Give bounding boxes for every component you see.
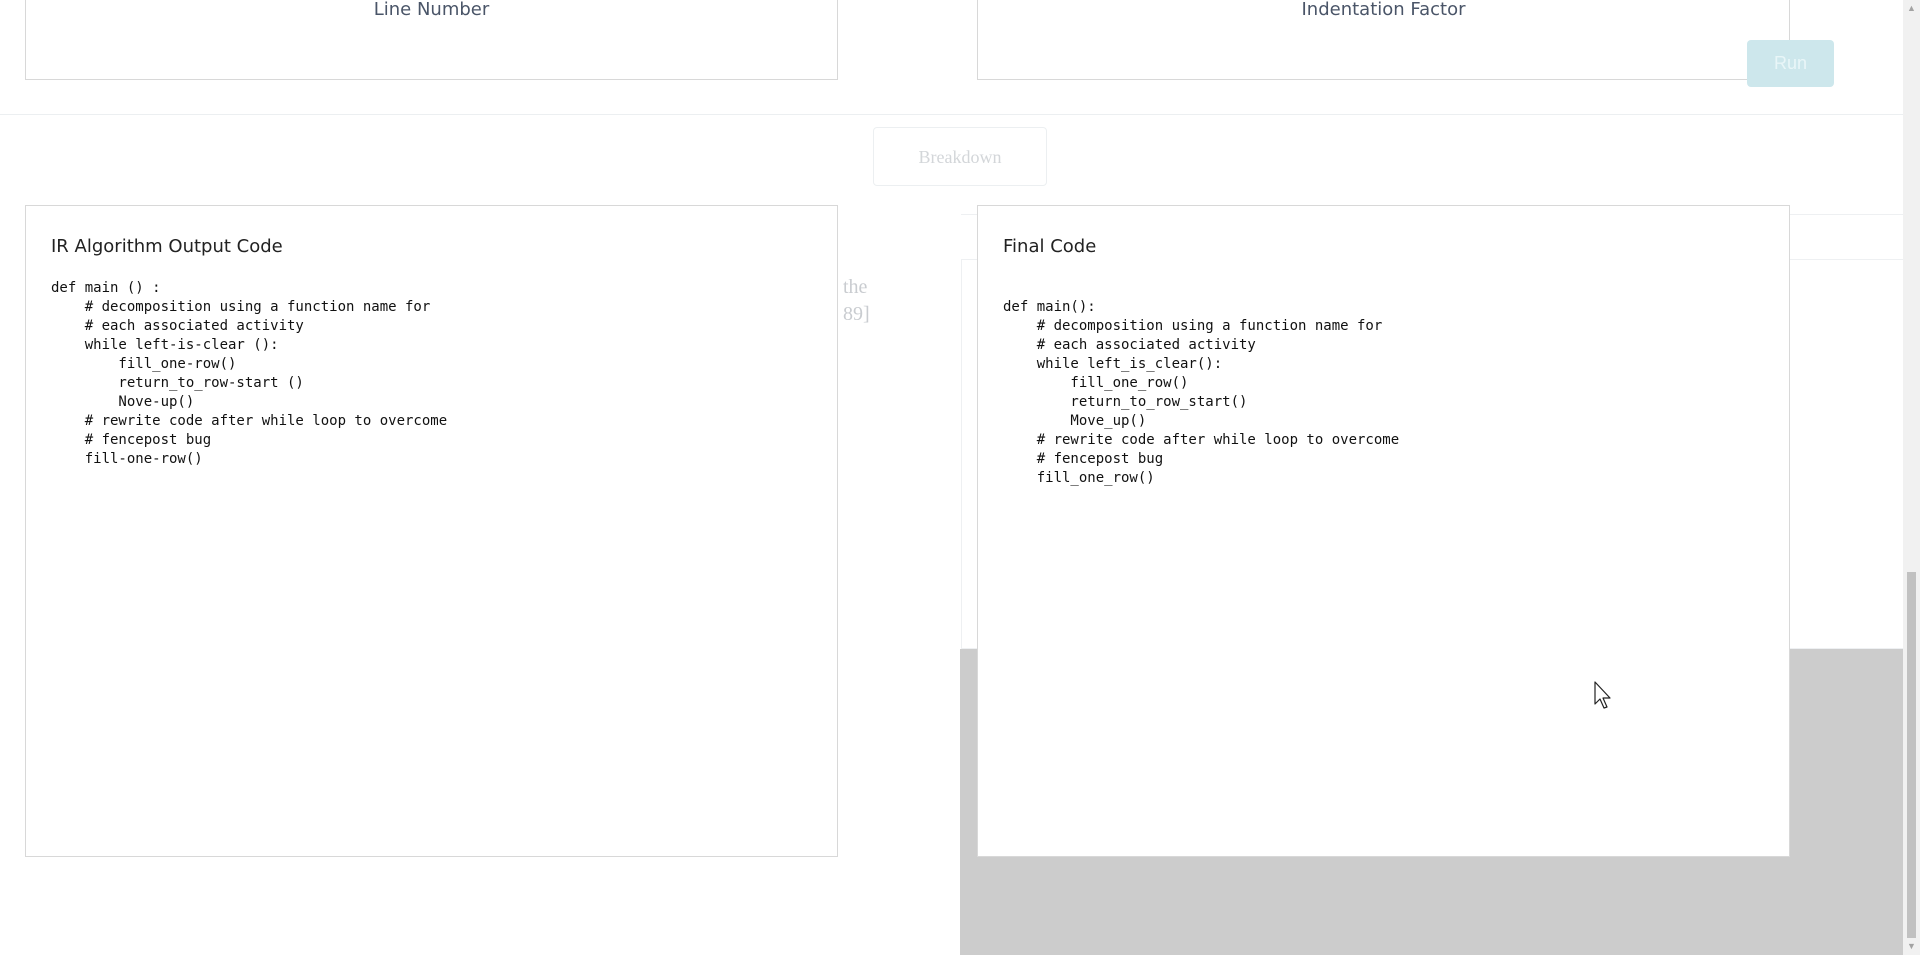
final-code-block: def main(): # decomposition using a func… [1003,299,1400,486]
scrollbar-thumb[interactable] [1907,572,1916,938]
line-number-label: Line Number [373,0,490,20]
ir-output-title: IR Algorithm Output Code [51,236,283,257]
mouse-pointer-icon [1594,681,1611,709]
ir-output-code: def main () : # decomposition using a fu… [51,280,448,467]
background-text: the 89] [843,274,870,328]
line-number-box[interactable]: Line Number [25,0,838,80]
breakdown-button[interactable]: Breakdown [873,127,1047,186]
indentation-factor-box[interactable]: Indentation Factor [977,0,1790,80]
scroll-down-arrow-icon[interactable]: ▼ [1903,938,1920,955]
scroll-up-arrow-icon[interactable]: ▲ [1903,0,1920,17]
indentation-factor-label: Indentation Factor [1301,0,1466,20]
ir-output-panel: IR Algorithm Output Code def main () : #… [25,205,838,857]
final-code-panel: Final Code def main(): # decomposition u… [977,205,1790,857]
background-text-line-1: the [843,276,868,298]
page-scrollbar[interactable]: ▲ ▼ [1903,0,1920,955]
run-button[interactable]: Run [1747,40,1834,87]
background-text-line-2: 89] [843,303,870,325]
top-input-section: Line Number Indentation Factor Run [0,0,1903,115]
final-code-title: Final Code [1003,236,1097,257]
